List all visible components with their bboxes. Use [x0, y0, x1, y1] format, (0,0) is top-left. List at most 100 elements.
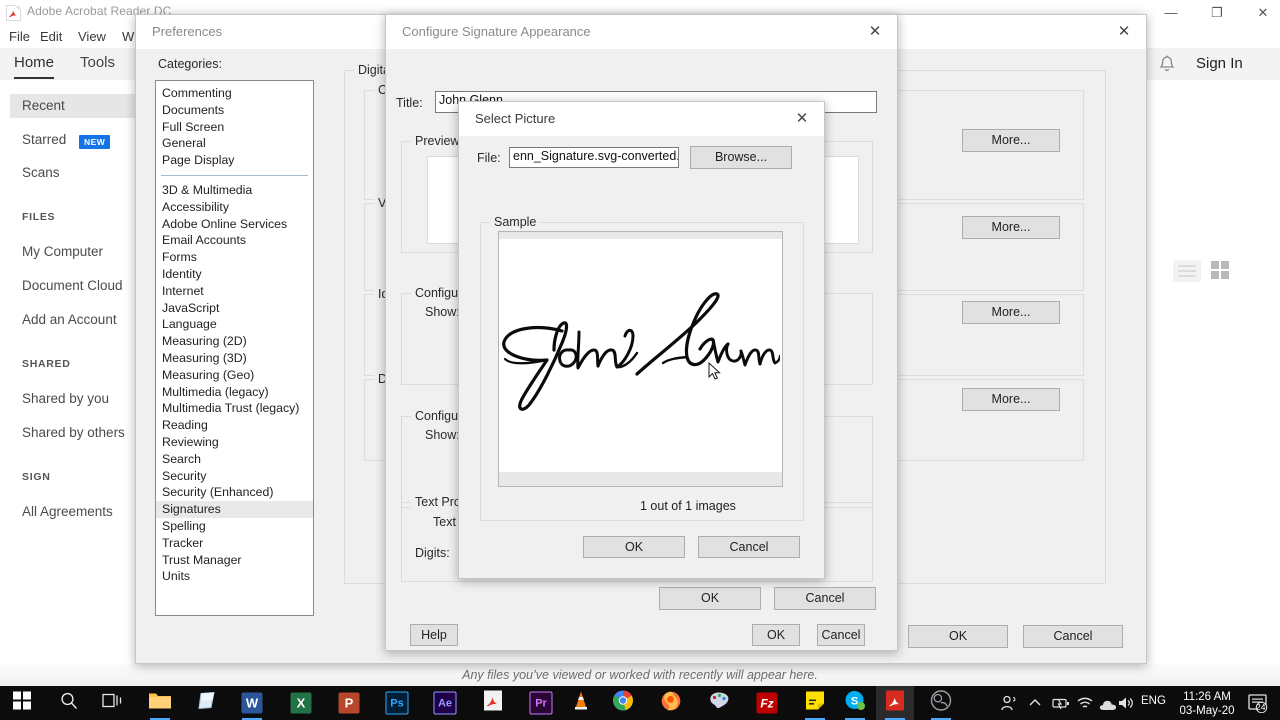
category-security[interactable]: Security	[156, 468, 313, 485]
tray-people-icon[interactable]	[1000, 694, 1018, 717]
category-multimedia-legacy[interactable]: Multimedia (legacy)	[156, 384, 313, 401]
category-javascript[interactable]: JavaScript	[156, 300, 313, 317]
taskbar-premiere-pro[interactable]: Pr	[522, 686, 560, 720]
taskbar-firefox[interactable]	[652, 686, 690, 720]
category-signatures[interactable]: Signatures	[156, 501, 313, 518]
category-documents[interactable]: Documents	[156, 102, 313, 119]
category-forms[interactable]: Forms	[156, 249, 313, 266]
browse-button[interactable]: Browse...	[690, 146, 792, 169]
category-full-screen[interactable]: Full Screen	[156, 119, 313, 136]
menu-edit[interactable]: Edit	[40, 26, 62, 48]
taskbar-search-button[interactable]	[50, 686, 88, 720]
category-measuring-3d[interactable]: Measuring (3D)	[156, 350, 313, 367]
sign-in-button[interactable]: Sign In	[1196, 48, 1243, 80]
taskbar-word[interactable]: W	[233, 686, 271, 720]
more-button-verification[interactable]: More...	[962, 216, 1060, 239]
sidebar-item-starred[interactable]: Starred	[0, 131, 140, 149]
tray-notification-center-icon[interactable]: 24	[1248, 694, 1268, 718]
taskbar-vlc[interactable]	[562, 686, 600, 720]
category-accessibility[interactable]: Accessibility	[156, 199, 313, 216]
category-search[interactable]: Search	[156, 451, 313, 468]
category-reviewing[interactable]: Reviewing	[156, 434, 313, 451]
category-language[interactable]: Language	[156, 316, 313, 333]
sidebar-item-add-an-account[interactable]: Add an Account	[0, 311, 140, 329]
menu-view[interactable]: View	[78, 26, 106, 48]
grid-view-toggle-icon[interactable]	[1208, 258, 1232, 282]
select-picture-cancel-button[interactable]: Cancel	[698, 536, 800, 558]
taskbar-photoshop[interactable]: Ps	[378, 686, 416, 720]
notification-bell-icon[interactable]	[1155, 48, 1179, 80]
sidebar-item-all-agreements[interactable]: All Agreements	[0, 503, 140, 521]
category-general[interactable]: General	[156, 135, 313, 152]
csa-cancel-button[interactable]: Cancel	[774, 587, 876, 610]
taskbar-excel[interactable]: X	[282, 686, 320, 720]
more-button-identities[interactable]: More...	[962, 301, 1060, 324]
category-adobe-online-services[interactable]: Adobe Online Services	[156, 216, 313, 233]
categories-list[interactable]: Commenting Documents Full Screen General…	[155, 80, 314, 616]
tray-volume-icon[interactable]	[1117, 695, 1135, 716]
csa-close-icon[interactable]: ✕	[853, 15, 897, 49]
tab-tools[interactable]: Tools	[80, 48, 115, 80]
category-spelling[interactable]: Spelling	[156, 518, 313, 535]
select-picture-close-icon[interactable]: ✕	[780, 102, 824, 136]
tray-cloud-icon[interactable]	[1098, 698, 1118, 717]
category-measuring-2d[interactable]: Measuring (2D)	[156, 333, 313, 350]
preferences-ok-button[interactable]: OK	[908, 625, 1008, 648]
tray-battery-icon[interactable]	[1052, 695, 1070, 716]
taskbar-acrobat-active[interactable]	[876, 686, 914, 720]
preferences-bottom-ok-button[interactable]: OK	[752, 624, 800, 646]
tray-clock-time[interactable]: 11:26 AM	[1175, 691, 1239, 703]
taskbar-sticky-notes[interactable]	[188, 686, 226, 720]
menu-file[interactable]: File	[9, 26, 30, 48]
tray-clock-date[interactable]: 03-May-20	[1175, 705, 1239, 717]
tray-expand-chevron-icon[interactable]	[1028, 696, 1042, 715]
sidebar-item-my-computer[interactable]: My Computer	[0, 243, 140, 261]
category-commenting[interactable]: Commenting	[156, 85, 313, 102]
taskbar-file-explorer[interactable]	[141, 686, 179, 720]
taskbar-obs[interactable]	[922, 686, 960, 720]
category-3d-multimedia[interactable]: 3D & Multimedia	[156, 182, 313, 199]
category-units[interactable]: Units	[156, 568, 313, 585]
sidebar-item-document-cloud[interactable]: Document Cloud	[0, 277, 140, 295]
preferences-close-icon[interactable]: ✕	[1102, 15, 1146, 49]
preferences-cancel-button[interactable]: Cancel	[1023, 625, 1123, 648]
window-minimize-button[interactable]: —	[1148, 0, 1194, 26]
category-page-display[interactable]: Page Display	[156, 152, 313, 169]
category-identity[interactable]: Identity	[156, 266, 313, 283]
category-email-accounts[interactable]: Email Accounts	[156, 232, 313, 249]
csa-ok-button[interactable]: OK	[659, 587, 761, 610]
category-trust-manager[interactable]: Trust Manager	[156, 552, 313, 569]
more-button-timestamping[interactable]: More...	[962, 388, 1060, 411]
taskbar-after-effects[interactable]: Ae	[426, 686, 464, 720]
category-security-enhanced[interactable]: Security (Enhanced)	[156, 484, 313, 501]
taskbar-powerpoint[interactable]: P	[330, 686, 368, 720]
taskbar-skype[interactable]: S	[836, 686, 874, 720]
more-button-creation[interactable]: More...	[962, 129, 1060, 152]
select-picture-ok-button[interactable]: OK	[583, 536, 685, 558]
sidebar-item-scans[interactable]: Scans	[0, 164, 140, 182]
window-close-button[interactable]: ✕	[1240, 0, 1280, 26]
taskbar-chrome[interactable]	[604, 686, 642, 720]
sidebar-item-shared-by-you[interactable]: Shared by you	[0, 390, 140, 408]
taskbar-paint-net[interactable]	[700, 686, 738, 720]
taskbar-notes[interactable]	[796, 686, 834, 720]
category-multimedia-trust-legacy[interactable]: Multimedia Trust (legacy)	[156, 400, 313, 417]
tab-home[interactable]: Home	[14, 48, 55, 80]
window-maximize-button[interactable]: ❐	[1194, 0, 1240, 26]
file-path-input[interactable]: enn_Signature.svg-converted.pdf	[509, 147, 679, 168]
list-view-toggle-icon[interactable]	[1170, 258, 1204, 284]
sidebar-item-shared-by-others[interactable]: Shared by others	[0, 424, 140, 442]
category-measuring-geo[interactable]: Measuring (Geo)	[156, 367, 313, 384]
category-internet[interactable]: Internet	[156, 283, 313, 300]
taskbar-acrobat[interactable]	[474, 686, 512, 720]
taskbar-filezilla[interactable]: Fz	[748, 686, 786, 720]
preferences-bottom-cancel-button[interactable]: Cancel	[817, 624, 865, 646]
tray-wifi-icon[interactable]	[1076, 696, 1094, 716]
preferences-help-button[interactable]: Help	[410, 624, 458, 646]
taskbar-start-button[interactable]	[3, 686, 41, 720]
tray-language-indicator[interactable]: ENG	[1141, 695, 1166, 707]
taskbar-task-view-button[interactable]	[93, 686, 131, 720]
sidebar-item-recent[interactable]: Recent	[0, 97, 140, 115]
category-reading[interactable]: Reading	[156, 417, 313, 434]
category-tracker[interactable]: Tracker	[156, 535, 313, 552]
